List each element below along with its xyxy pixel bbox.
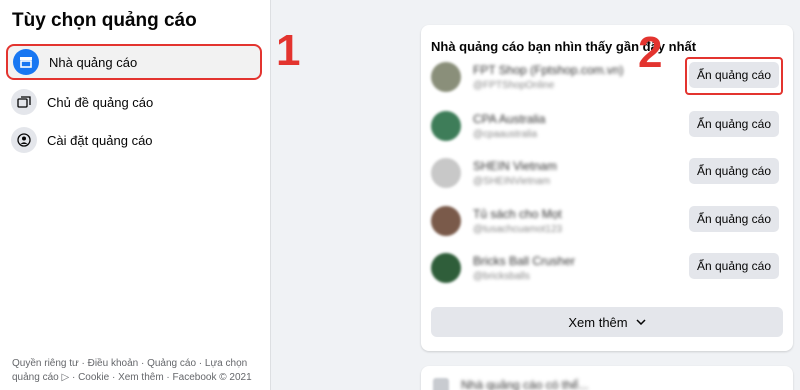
sidebar-item-label: Nhà quảng cáo xyxy=(49,54,138,70)
footer-line[interactable]: Quyền riêng tư · Điều khoản · Quảng cáo … xyxy=(12,357,262,371)
see-more-label: Xem thêm xyxy=(568,314,628,330)
highlight-box xyxy=(685,57,783,95)
footer-line[interactable]: quảng cáo ▷ · Cookie · Xem thêm · Facebo… xyxy=(12,371,262,385)
advertiser-avatar xyxy=(431,253,461,283)
storefront-icon xyxy=(13,49,39,75)
hide-ads-button[interactable]: Ẩn quảng cáo xyxy=(689,253,779,279)
advertiser-row: Tủ sách cho Mọt @tusachcuamot123 Ẩn quản… xyxy=(431,204,783,244)
advertiser-name: FPT Shop (Fptshop.com.vn) xyxy=(473,63,624,77)
advertiser-name: Tủ sách cho Mọt xyxy=(473,207,562,221)
sidebar-item-advertisers[interactable]: Nhà quảng cáo xyxy=(6,44,262,80)
advertiser-name: Bricks Ball Crusher xyxy=(473,254,576,268)
step-number-1: 1 xyxy=(276,26,301,75)
advertiser-avatar xyxy=(431,62,461,92)
advertiser-handle: @tusachcuamot123 xyxy=(473,224,563,235)
sidebar-item-label: Cài đặt quảng cáo xyxy=(47,132,153,148)
hide-ads-button[interactable]: Ẩn quảng cáo xyxy=(689,206,779,232)
step-number-2: 2 xyxy=(638,28,663,77)
topics-icon xyxy=(11,89,37,115)
sidebar: Tùy chọn quảng cáo Nhà quảng cáo Chủ đề … xyxy=(0,0,271,390)
advertiser-row: Bricks Ball Crusher @bricksballs Ẩn quản… xyxy=(431,251,783,291)
user-settings-icon xyxy=(11,127,37,153)
section-title: Nhà quảng cáo có thể... xyxy=(461,378,589,390)
advertiser-row: SHEIN Vietnam @SHEINVietnam Ẩn quảng cáo xyxy=(431,156,783,196)
section-icon xyxy=(433,378,449,390)
advertiser-handle: @FPTShopOnline xyxy=(473,80,555,91)
sidebar-item-ad-topics[interactable]: Chủ đề quảng cáo xyxy=(6,84,262,120)
see-more-button[interactable]: Xem thêm xyxy=(431,307,783,337)
sidebar-item-label: Chủ đề quảng cáo xyxy=(47,94,154,110)
chevron-down-icon xyxy=(636,319,646,325)
hide-ads-button[interactable]: Ẩn quảng cáo xyxy=(689,158,779,184)
advertiser-avatar xyxy=(431,111,461,141)
recent-advertisers-card: Nhà quảng cáo bạn nhìn thấy gần đây nhất… xyxy=(421,25,793,351)
sidebar-title: Tùy chọn quảng cáo xyxy=(12,10,197,31)
advertiser-handle: @bricksballs xyxy=(473,271,530,282)
hide-ads-button[interactable]: Ẩn quảng cáo xyxy=(689,111,779,137)
advertiser-handle: @SHEINVietnam xyxy=(473,176,551,187)
advertiser-row: CPA Australia @cpaaustralia Ẩn quảng cáo xyxy=(431,109,783,149)
next-section-card: Nhà quảng cáo có thể... xyxy=(421,366,793,390)
advertiser-avatar xyxy=(431,158,461,188)
advertiser-handle: @cpaaustralia xyxy=(473,129,538,140)
footer-links[interactable]: Quyền riêng tư · Điều khoản · Quảng cáo … xyxy=(12,357,262,385)
sidebar-item-ad-settings[interactable]: Cài đặt quảng cáo xyxy=(6,122,262,158)
advertiser-name: SHEIN Vietnam xyxy=(473,159,557,173)
advertiser-avatar xyxy=(431,206,461,236)
advertiser-name: CPA Australia xyxy=(473,112,546,126)
